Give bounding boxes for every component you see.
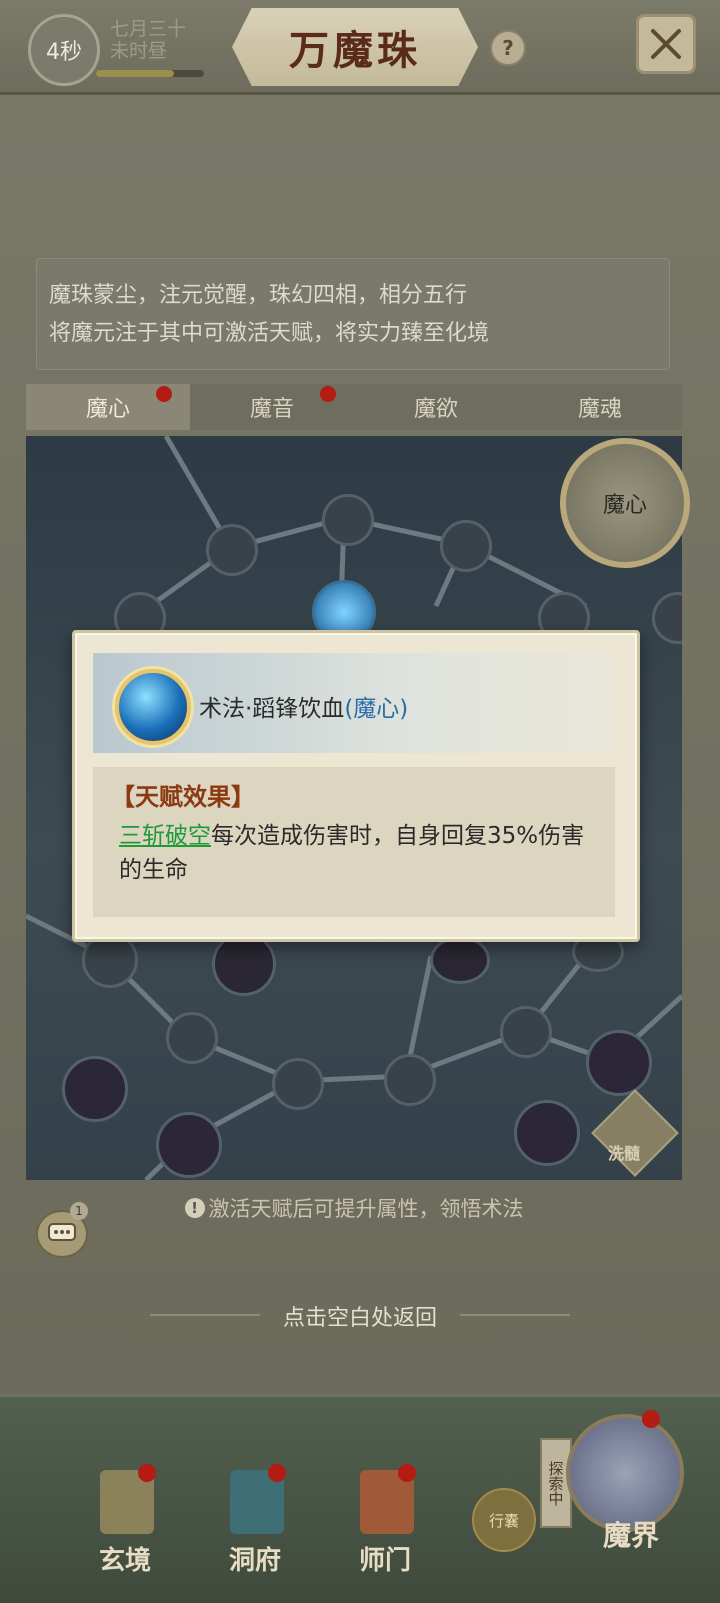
close-button[interactable] — [636, 14, 696, 74]
time-progress-bar — [96, 70, 204, 77]
tab-label: 魔欲 — [413, 397, 458, 422]
notification-dot — [156, 386, 172, 402]
popup-header: 术法·蹈锋饮血(魔心) — [93, 653, 615, 753]
tab-label: 魔心 — [85, 397, 130, 422]
explore-label: 探索中 — [546, 1460, 565, 1506]
help-button[interactable]: ? — [490, 30, 526, 66]
demon-heart-core[interactable]: 魔心 — [560, 438, 690, 568]
notification-dot — [320, 386, 336, 402]
hint-bar: ! 激活天赋后可提升属性，领悟术法 — [26, 1186, 682, 1230]
talent-node[interactable] — [272, 1058, 324, 1110]
nav-dongfu[interactable]: 洞府 — [210, 1460, 300, 1580]
talent-node[interactable] — [440, 520, 492, 572]
description-box: 魔珠蒙尘，注元觉醒，珠幻四相，相分五行 将魔元注于其中可激活天赋，将实力臻至化境 — [36, 258, 670, 370]
skill-title: 术法·蹈锋饮血(魔心) — [199, 689, 408, 723]
top-bar: 4秒 七月三十 未时昼 万魔珠 ? — [0, 0, 720, 95]
nav-label: 洞府 — [228, 1546, 281, 1576]
effect-title: 【天赋效果】 — [111, 782, 255, 811]
talent-node[interactable] — [586, 1030, 652, 1096]
talent-node[interactable] — [62, 1056, 128, 1122]
talent-detail-popup: 术法·蹈锋饮血(魔心) 【天赋效果】 三斩破空每次造成伤害时，自身回复35%伤害… — [72, 630, 640, 942]
nav-shimen[interactable]: 师门 — [340, 1460, 430, 1580]
tab-demon-soul[interactable]: 魔魂 — [518, 384, 682, 430]
tab-demon-desire[interactable]: 魔欲 — [354, 384, 518, 430]
chat-count-badge: 1 — [70, 1202, 88, 1220]
tab-demon-heart[interactable]: 魔心 — [26, 384, 190, 430]
notification-dot — [268, 1464, 286, 1482]
effect-description: 三斩破空每次造成伤害时，自身回复35%伤害的生命 — [119, 819, 599, 887]
time-line: 未时昼 — [110, 40, 168, 62]
talent-node[interactable] — [384, 1054, 436, 1106]
talent-node[interactable] — [500, 1006, 552, 1058]
description-line: 魔珠蒙尘，注元觉醒，珠幻四相，相分五行 — [49, 283, 468, 308]
nav-label: 师门 — [358, 1546, 411, 1576]
talent-node[interactable] — [430, 936, 490, 984]
talent-node[interactable] — [206, 524, 258, 576]
effect-link[interactable]: 三斩破空 — [119, 823, 211, 849]
hint-text: 激活天赋后可提升属性，领悟术法 — [208, 1197, 524, 1221]
tab-demon-sound[interactable]: 魔音 — [190, 384, 354, 430]
core-label: 魔心 — [602, 493, 647, 518]
description-line: 将魔元注于其中可激活天赋，将实力臻至化境 — [49, 321, 490, 346]
notification-dot — [138, 1464, 156, 1482]
tab-label: 魔音 — [249, 397, 294, 422]
warning-icon: ! — [184, 1198, 205, 1218]
return-hint[interactable]: 点击空白处返回 — [0, 1300, 720, 1332]
bag-label: 行囊 — [488, 1511, 519, 1530]
chat-icon — [48, 1223, 76, 1241]
question-icon: ? — [502, 36, 514, 60]
demon-world-label: 魔界 — [602, 1519, 659, 1552]
talent-node[interactable] — [514, 1100, 580, 1166]
tab-label: 魔魂 — [577, 397, 622, 422]
timer-text: 4秒 — [46, 40, 82, 65]
nav-xuanjing[interactable]: 玄境 — [80, 1460, 170, 1580]
notification-dot — [398, 1464, 416, 1482]
talent-node[interactable] — [166, 1012, 218, 1064]
skill-name: 术法·蹈锋饮血 — [199, 696, 345, 722]
notification-dot — [642, 1410, 660, 1428]
skill-tag: (魔心) — [344, 696, 409, 722]
talent-node[interactable] — [156, 1112, 222, 1178]
page-title: 万魔珠 — [289, 27, 421, 74]
nav-label: 玄境 — [98, 1546, 151, 1576]
tab-bar: 魔心 魔音 魔欲 魔魂 — [26, 384, 682, 430]
title-plaque: 万魔珠 — [232, 8, 478, 86]
timer-badge: 4秒 — [28, 14, 100, 86]
date-line: 七月三十 — [110, 18, 187, 40]
effect-box: 【天赋效果】 三斩破空每次造成伤害时，自身回复35%伤害的生命 — [93, 767, 615, 917]
talent-node[interactable] — [322, 494, 374, 546]
close-icon — [651, 29, 681, 59]
wash-marrow-label: 洗髓 — [608, 1144, 641, 1163]
game-date: 七月三十 未时昼 — [110, 18, 186, 62]
bag-button[interactable]: 行囊 — [472, 1488, 536, 1552]
skill-icon — [115, 669, 191, 745]
time-progress-fill — [96, 70, 174, 77]
